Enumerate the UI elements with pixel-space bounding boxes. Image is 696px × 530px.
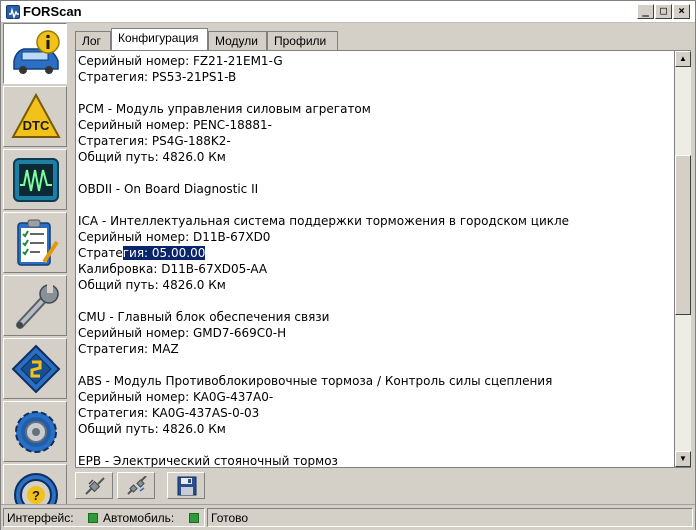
- sidebar-item-settings[interactable]: [3, 401, 67, 462]
- text-line: Стратегия: MAZ: [78, 342, 179, 356]
- tab-configuration[interactable]: Конфигурация: [111, 28, 208, 50]
- window-title: FORScan: [23, 4, 82, 19]
- tab-profiles[interactable]: Профили: [267, 31, 338, 50]
- text-line: CMU - Главный блок обеспечения связи: [78, 310, 330, 324]
- text-line: OBDII - On Board Diagnostic II: [78, 182, 259, 196]
- dtc-label: DTC: [23, 118, 50, 133]
- vertical-scrollbar[interactable]: ▲ ▼: [675, 50, 691, 468]
- title-bar[interactable]: FORScan _ □ ×: [1, 1, 695, 23]
- scroll-down-arrow-icon[interactable]: ▼: [675, 451, 691, 467]
- connect-icon: [85, 477, 105, 495]
- configuration-lines: Серийный номер: FZ21-21EM1-G Стратегия: P…: [78, 53, 570, 468]
- save-icon: [177, 476, 197, 496]
- text-line: Стратегия: PS4G-188K2-: [78, 134, 231, 148]
- gear-icon: [15, 411, 57, 453]
- connection-status: Интерфейс: Автомобиль:: [3, 508, 205, 527]
- text-line: ICA - Интеллектуальная система поддержки…: [78, 214, 570, 228]
- configuration-text-panel[interactable]: Серийный номер: FZ21-21EM1-G Стратегия: P…: [75, 50, 675, 468]
- app-logo-icon: [6, 5, 20, 19]
- minimize-button[interactable]: _: [637, 4, 654, 19]
- status-message: Готово: [211, 511, 249, 525]
- text-line: Серийный номер: PENC-18881-: [78, 118, 273, 132]
- tab-modules[interactable]: Модули: [208, 31, 267, 50]
- text-line: PCM - Модуль управления силовым агрегато…: [78, 102, 371, 116]
- text-line: Серийный номер: D11B-67XD0: [78, 230, 271, 244]
- text-line: Серийный номер: FZ21-21EM1-G: [78, 54, 283, 68]
- text-line: ABS - Модуль Противоблокировочные тормоз…: [78, 374, 553, 388]
- chip-icon: [11, 344, 61, 394]
- text-line: Стратегия: PS53-21PS1-B: [78, 70, 237, 84]
- car-info-icon: [13, 30, 60, 74]
- scroll-up-arrow-icon[interactable]: ▲: [675, 51, 691, 67]
- svg-text:?: ?: [32, 488, 40, 503]
- wrench-icon: [16, 284, 59, 329]
- scroll-thumb[interactable]: [675, 155, 691, 315]
- tab-log[interactable]: Лог: [75, 31, 111, 50]
- text-line: Серийный номер: GMD7-669C0-H: [78, 326, 287, 340]
- text-line: EPB - Электрический стояночный тормоз: [78, 454, 338, 468]
- maximize-button[interactable]: □: [655, 4, 672, 19]
- checklist-icon: [17, 219, 59, 266]
- vehicle-status-led-icon: [189, 513, 199, 523]
- status-bar: Интерфейс: Автомобиль: Готово: [1, 504, 695, 530]
- interface-status-led-icon: [88, 513, 98, 523]
- sidebar-item-vehicle-info[interactable]: [3, 23, 67, 84]
- text-line: Стратегия: KA0G-437AS-0-03: [78, 406, 260, 420]
- text-line: Общий путь: 4826.0 Км: [78, 278, 226, 292]
- connect-button[interactable]: [75, 472, 113, 499]
- vehicle-label: Автомобиль:: [103, 511, 175, 525]
- text-line: Общий путь: 4826.0 Км: [78, 150, 226, 164]
- text-line: Общий путь: 4826.0 Км: [78, 422, 226, 436]
- text-line: Серийный номер: KA0G-437A0-: [78, 390, 274, 404]
- close-button[interactable]: ×: [673, 4, 690, 19]
- text-selection[interactable]: гия: 05.00.00: [122, 246, 206, 260]
- selected-line-prefix: Страте: [78, 246, 123, 260]
- sidebar-item-service[interactable]: [3, 275, 67, 336]
- oscilloscope-icon: [13, 158, 59, 202]
- sidebar: DTC ?: [1, 23, 73, 525]
- status-message-cell: Готово: [207, 508, 693, 527]
- text-line: Калибровка: D11B-67XD05-AA: [78, 262, 268, 276]
- disconnect-button[interactable]: [117, 472, 155, 499]
- sidebar-item-chip[interactable]: [3, 338, 67, 399]
- sidebar-item-checklist[interactable]: [3, 212, 67, 273]
- disconnect-icon: [127, 476, 147, 495]
- selected-text-line: Стратегия: 05.00.00: [78, 245, 569, 261]
- app-window: FORScan _ □ × DTC ? Лог Конфигурация Мод…: [0, 0, 696, 530]
- save-button[interactable]: [167, 472, 205, 499]
- dtc-icon: DTC: [11, 92, 61, 138]
- interface-label: Интерфейс:: [7, 511, 74, 525]
- sidebar-item-dtc[interactable]: DTC: [3, 86, 67, 147]
- sidebar-item-oscilloscope[interactable]: [3, 149, 67, 210]
